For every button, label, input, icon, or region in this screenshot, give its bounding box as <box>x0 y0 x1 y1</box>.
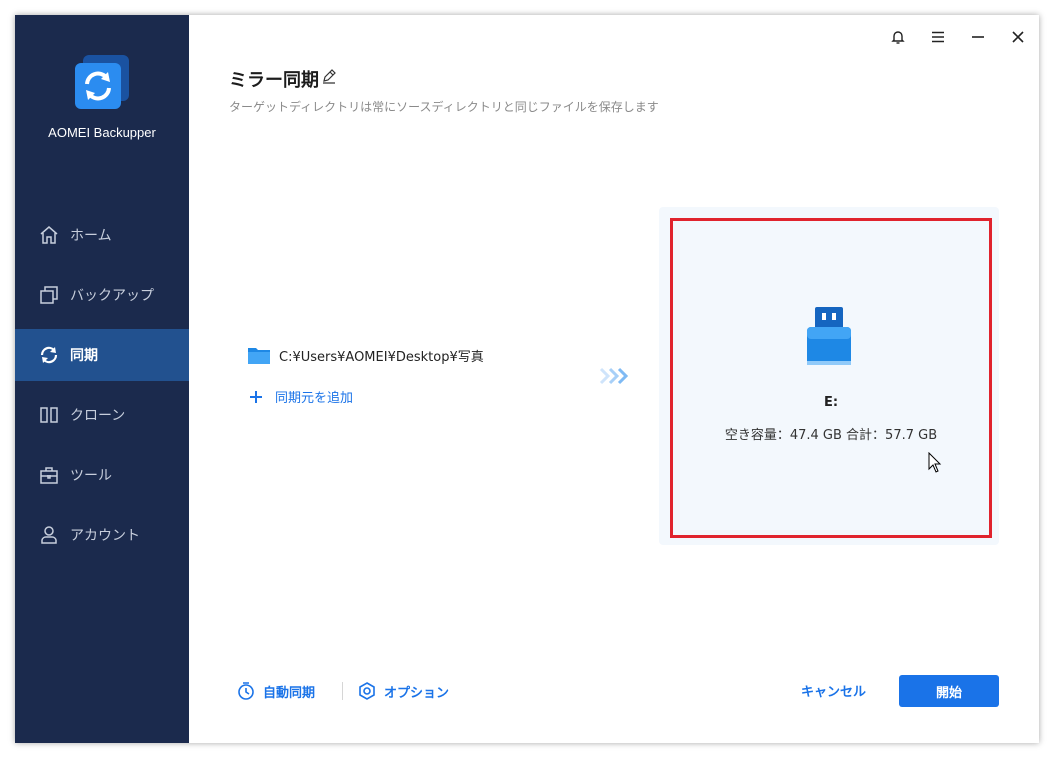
sidebar-item-clone[interactable]: クローン <box>15 389 189 441</box>
auto-sync-label: 自動同期 <box>263 685 316 701</box>
sidebar-item-sync[interactable]: 同期 <box>15 329 189 381</box>
close-icon[interactable] <box>1006 25 1030 49</box>
sidebar: AOMEI Backupper ホーム バックアップ 同期 クローン ツール ア… <box>15 15 189 743</box>
tools-icon <box>38 464 60 486</box>
target-drive-card[interactable]: E: 空き容量：47.4 GB 合計：57.7 GB <box>670 218 992 538</box>
app-window: AOMEI Backupper ホーム バックアップ 同期 クローン ツール ア… <box>15 15 1039 743</box>
timer-icon <box>236 681 256 701</box>
plus-icon <box>249 390 263 404</box>
sidebar-item-account[interactable]: アカウント <box>15 509 189 561</box>
sidebar-item-label: ツール <box>70 468 112 484</box>
options-label: オプション <box>384 685 450 701</box>
folder-icon <box>247 345 271 365</box>
menu-icon[interactable] <box>926 25 950 49</box>
footer-divider <box>342 682 343 700</box>
sidebar-item-label: バックアップ <box>70 288 154 304</box>
arrow-right-icon <box>599 366 631 386</box>
source-path: C:¥Users¥AOMEI¥Desktop¥写真 <box>279 349 484 365</box>
page-title: ミラー同期 <box>229 70 319 91</box>
bell-icon[interactable] <box>886 25 910 49</box>
sidebar-item-label: ホーム <box>70 228 112 244</box>
auto-sync-button[interactable]: 自動同期 <box>236 681 315 701</box>
backup-icon <box>38 284 60 306</box>
cancel-button[interactable]: キャンセル <box>801 681 866 700</box>
start-button[interactable]: 開始 <box>899 675 999 707</box>
drive-space-info: 空き容量：47.4 GB 合計：57.7 GB <box>724 428 938 443</box>
home-icon <box>38 224 60 246</box>
gear-icon <box>357 681 377 701</box>
sidebar-item-backup[interactable]: バックアップ <box>15 269 189 321</box>
app-logo-icon <box>73 53 131 111</box>
account-icon <box>38 524 60 546</box>
sync-icon <box>38 344 60 366</box>
usb-drive-icon <box>803 305 855 369</box>
add-source-label: 同期元を追加 <box>275 391 354 406</box>
source-item[interactable]: C:¥Users¥AOMEI¥Desktop¥写真 <box>247 345 484 365</box>
options-button[interactable]: オプション <box>357 681 449 701</box>
app-name: AOMEI Backupper <box>48 125 156 140</box>
add-source-button[interactable]: 同期元を追加 <box>249 387 353 406</box>
mouse-cursor-icon <box>928 451 942 474</box>
sidebar-item-tools[interactable]: ツール <box>15 449 189 501</box>
minimize-icon[interactable] <box>966 25 990 49</box>
sidebar-item-label: クローン <box>70 408 126 424</box>
edit-pencil-icon[interactable] <box>321 68 337 84</box>
sidebar-item-home[interactable]: ホーム <box>15 209 189 261</box>
clone-icon <box>38 404 60 426</box>
drive-label: E: <box>823 395 839 410</box>
page-subtitle: ターゲットディレクトリは常にソースディレクトリと同じファイルを保存します <box>229 100 659 114</box>
sidebar-item-label: アカウント <box>70 528 140 544</box>
sidebar-item-label: 同期 <box>70 348 98 364</box>
